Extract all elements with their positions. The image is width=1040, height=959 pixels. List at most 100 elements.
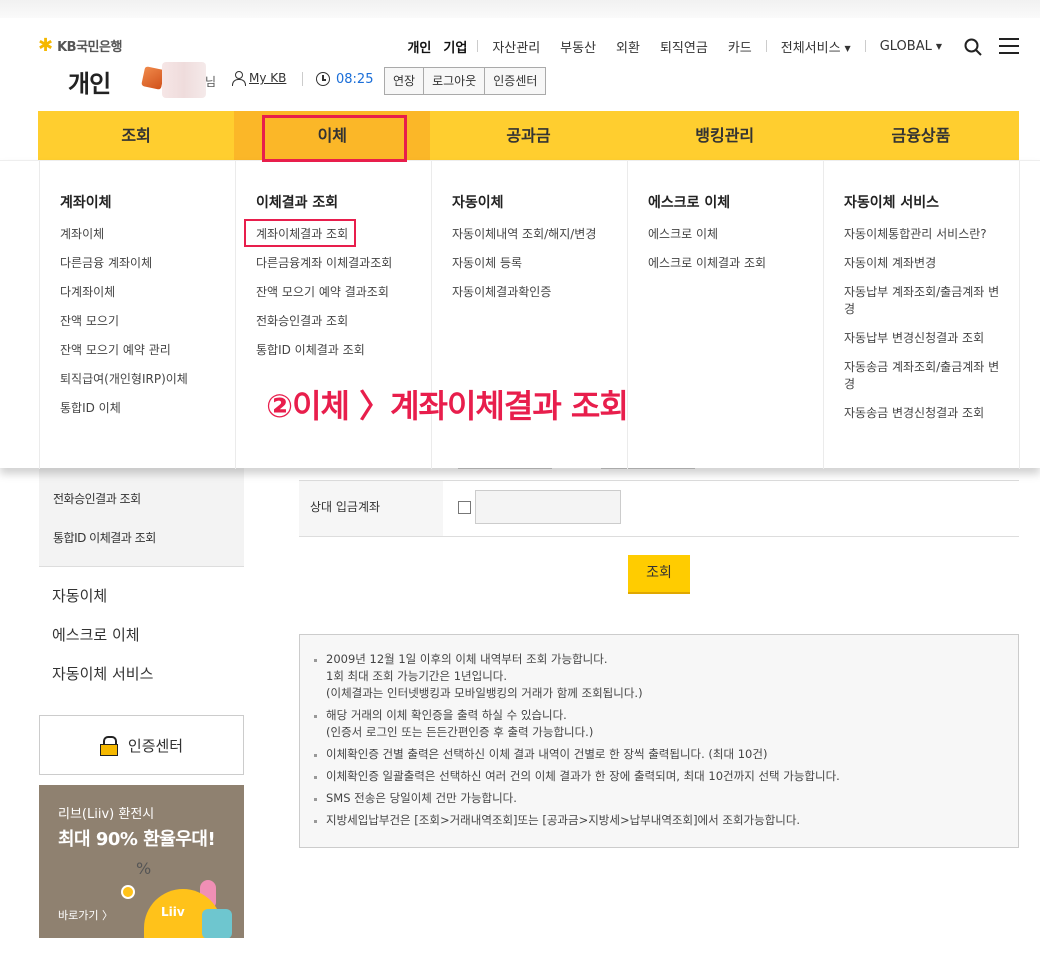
menu-link[interactable]: 다른금융계좌 이체결과조회 [256,255,432,272]
percent-icon: % [136,859,152,878]
lock-icon [99,736,118,756]
sidebar-item-escrow[interactable]: 에스크로 이체 [52,624,140,645]
menu-link[interactable]: 잔액 모으기 예약 관리 [60,342,236,359]
notice-item: 이체확인증 일괄출력은 선택하신 여러 건의 이체 결과가 한 장에 출력되며,… [314,768,1018,785]
menu-column-escrow: 에스크로 이체 에스크로 이체 에스크로 이체결과 조회 [627,161,824,469]
top-navigation: 개인 기업 자산관리 부동산 외환 퇴직연금 카드 전체서비스 ▼ GLOBAL ▼ [401,37,952,56]
caret-down-icon: ▼ [844,43,851,53]
extend-button[interactable]: 연장 [384,67,425,95]
topnav-card[interactable]: 카드 [728,37,752,56]
menu-link[interactable]: 자동송금 변경신청결과 조회 [844,405,1019,422]
all-services-label: 전체서비스 [780,40,841,56]
menu-link[interactable]: 자동이체통합관리 서비스란? [844,226,1019,243]
notice-box: 2009년 12월 1일 이후의 이체 내역부터 조회 가능합니다. 1회 최대… [299,634,1019,848]
menu-column-title[interactable]: 이체결과 조회 [256,192,432,212]
menu-column-title[interactable]: 자동이체 [452,192,628,212]
sidebar-item-auto-service[interactable]: 자동이체 서비스 [52,663,153,684]
menu-link[interactable]: 자동이체내역 조회/해지/변경 [452,226,628,243]
sidebar-sub-item[interactable]: 전화승인결과 조회 [53,490,141,507]
notice-text: (이체결과는 인터넷뱅킹과 모바일뱅킹의 거래가 함께 조회됩니다.) [326,686,643,700]
counter-account-input[interactable] [475,490,621,524]
liiv-mark: Liiv [161,905,185,919]
cert-center-label: 인증센터 [127,736,184,755]
logout-button[interactable]: 로그아웃 [423,67,486,95]
topnav-business[interactable]: 기업 [443,37,467,56]
menu-column-title[interactable]: 계좌이체 [60,192,236,212]
menu-link[interactable]: 다른금융 계좌이체 [60,255,236,272]
menu-link[interactable]: 잔액 모으기 예약 결과조회 [256,284,432,301]
notice-text: 2009년 12월 1일 이후의 이체 내역부터 조회 가능합니다. [326,652,608,666]
topnav-pension[interactable]: 퇴직연금 [660,37,708,56]
logo-text: KB국민은행 [57,40,122,55]
instruction-annotation: ②이체 〉계좌이체결과 조회 [266,387,629,425]
page-title: 개인 [68,70,111,98]
mykb-label: My KB [249,71,287,85]
topnav-realestate[interactable]: 부동산 [560,37,596,56]
form-label-counter-account: 상대 입금계좌 [310,500,381,514]
cert-center-button[interactable]: 인증센터 [484,67,547,95]
menu-link[interactable]: 자동이체 등록 [452,255,628,272]
session-buttons: 연장 로그아웃 인증센터 [384,67,547,95]
hamburger-menu-icon[interactable] [999,38,1019,56]
coin-icon [121,885,135,899]
person-icon [231,71,246,86]
divider [864,40,866,52]
menu-link[interactable]: 잔액 모으기 [60,313,236,330]
mainnav-banking-mgmt[interactable]: 뱅킹관리 [627,111,823,160]
sidebar-item-auto-transfer[interactable]: 자동이체 [52,585,107,606]
topnav-personal[interactable]: 개인 [407,37,431,56]
highlight-box-account-transfer-result [244,219,356,247]
menu-link[interactable]: 자동납부 변경신청결과 조회 [844,330,1019,347]
clock-icon [316,72,330,86]
character-face-icon [202,909,232,938]
notice-item: 해당 거래의 이체 확인증을 출력 하실 수 있습니다. (인증서 로그인 또는… [314,707,1018,741]
sidebar-submenu: 전화승인결과 조회 통합ID 이체결과 조회 [39,468,244,566]
menu-column-account-transfer: 계좌이체 계좌이체 다른금융 계좌이체 다계좌이체 잔액 모으기 잔액 모으기 … [39,161,236,469]
divider [477,40,479,52]
topnav-all-services[interactable]: 전체서비스 ▼ [781,37,851,56]
topnav-fx[interactable]: 외환 [616,37,640,56]
browser-top-strip [0,0,1040,18]
divider [39,566,244,567]
counter-account-checkbox[interactable] [458,501,471,514]
liiv-banner[interactable]: 리브(Liiv) 환전시 최대 90% 환율우대! % Liiv 바로가기 〉 [39,785,244,938]
menu-link[interactable]: 퇴직급여(개인형IRP)이체 [60,371,236,388]
search-icon[interactable] [964,38,982,56]
global-label: GLOBAL [879,38,932,54]
mykb-link[interactable]: My KB [231,71,287,86]
menu-link[interactable]: 계좌이체 [60,226,236,243]
cert-center-box[interactable]: 인증센터 [39,715,244,775]
user-suffix: 님 [205,75,217,89]
menu-column-auto-service: 자동이체 서비스 자동이체통합관리 서비스란? 자동이체 계좌변경 자동납부 계… [823,161,1020,469]
notice-item: 이체확인증 건별 출력은 선택하신 이체 결과 내역이 건별로 한 장씩 출력됩… [314,746,1018,763]
sidebar-sub-item[interactable]: 통합ID 이체결과 조회 [53,529,156,546]
banner-link[interactable]: 바로가기 〉 [58,907,113,923]
search-submit-button[interactable]: 조회 [628,555,690,594]
main-navigation: 조회 이체 공과금 뱅킹관리 금융상품 [38,111,1019,160]
menu-link[interactable]: 에스크로 이체 [648,226,824,243]
menu-link[interactable]: 통합ID 이체 [60,400,236,417]
notice-item: 2009년 12월 1일 이후의 이체 내역부터 조회 가능합니다. 1회 최대… [314,651,1018,702]
kb-logo[interactable]: ✱ KB국민은행 [38,36,122,55]
menu-link[interactable]: 통합ID 이체결과 조회 [256,342,432,359]
mainnav-utility[interactable]: 공과금 [430,111,626,160]
menu-link[interactable]: 다계좌이체 [60,284,236,301]
kb-star-icon: ✱ [38,34,54,56]
mainnav-inquiry[interactable]: 조회 [38,111,234,160]
topnav-asset[interactable]: 자산관리 [492,37,540,56]
menu-link[interactable]: 자동이체 계좌변경 [844,255,1019,272]
masked-user-name [162,62,206,98]
session-timer: 08:25 [336,72,374,87]
menu-column-title[interactable]: 에스크로 이체 [648,192,824,212]
banner-line1: 리브(Liiv) 환전시 [58,807,155,822]
notice-item: SMS 전송은 당일이체 건만 가능합니다. [314,790,1018,807]
menu-link[interactable]: 자동이체결과확인증 [452,284,628,301]
menu-link[interactable]: 자동납부 계좌조회/출금계좌 변경 [844,284,1002,318]
menu-column-title[interactable]: 자동이체 서비스 [844,192,1019,212]
mainnav-products[interactable]: 금융상품 [823,111,1019,160]
notice-text: 해당 거래의 이체 확인증을 출력 하실 수 있습니다. [326,708,567,722]
menu-link[interactable]: 에스크로 이체결과 조회 [648,255,824,272]
topnav-global[interactable]: GLOBAL ▼ [880,39,942,54]
menu-link[interactable]: 전화승인결과 조회 [256,313,432,330]
menu-link[interactable]: 자동송금 계좌조회/출금계좌 변경 [844,359,1002,393]
